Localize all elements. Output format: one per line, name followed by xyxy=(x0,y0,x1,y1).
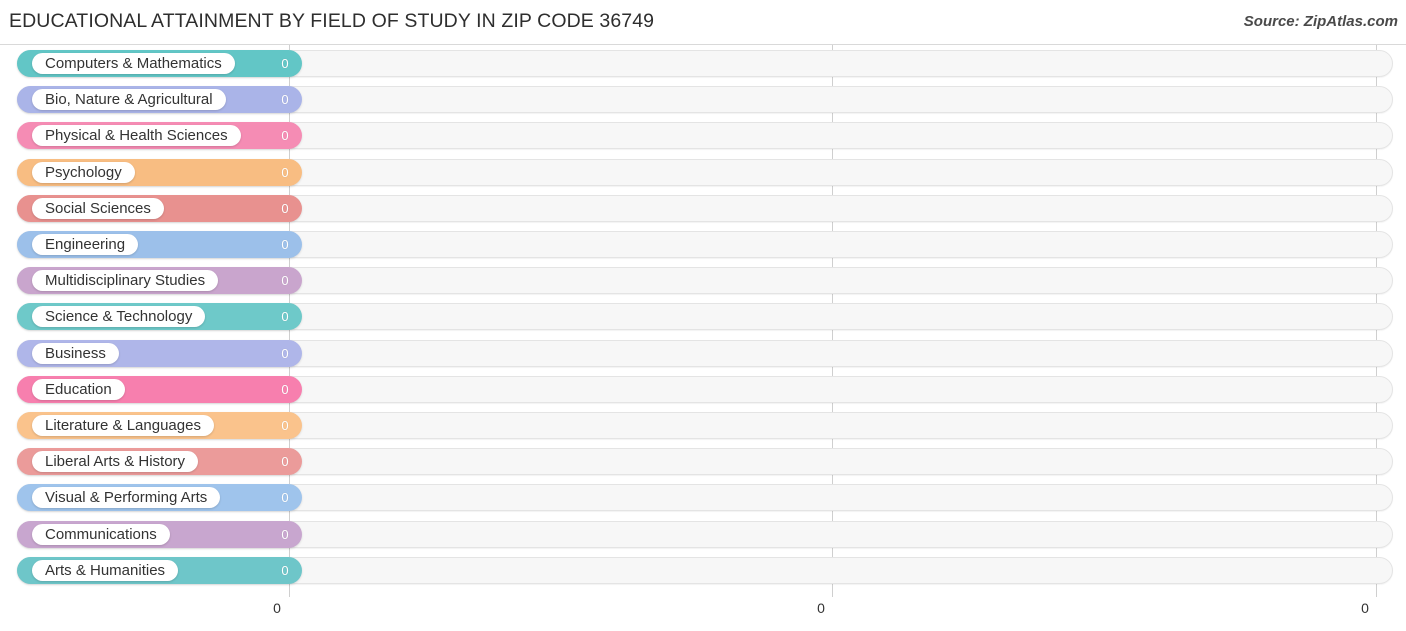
bar-label: Multidisciplinary Studies xyxy=(32,270,219,292)
bar-value: 0 xyxy=(281,345,289,361)
bar-label: Science & Technology xyxy=(32,306,206,328)
bar-value: 0 xyxy=(281,273,289,289)
bar-value: 0 xyxy=(281,237,289,252)
table-row[interactable]: Engineering 0 xyxy=(0,229,1406,265)
chart-bar-rows: Computers & Mathematics 0 Bio, Nature & Ag… xyxy=(0,45,1406,597)
source-attribution: Source: ZipAtlas.com xyxy=(1243,13,1398,30)
table-row[interactable]: Multidisciplinary Studies 0 xyxy=(0,265,1406,301)
bar-value: 0 xyxy=(281,418,289,433)
bar-value: 0 xyxy=(281,454,289,470)
bar-value: 0 xyxy=(281,200,289,216)
page-title: EDUCATIONAL ATTAINMENT BY FIELD OF STUDY… xyxy=(9,10,655,32)
axis-tick-label-1: 0 xyxy=(817,600,825,616)
bar-label: Physical & Health Sciences xyxy=(32,125,241,147)
table-row[interactable]: Social Sciences 0 xyxy=(0,193,1406,229)
table-row[interactable]: Computers & Mathematics 0 xyxy=(0,48,1406,84)
axis-tick-label-0: 0 xyxy=(273,600,281,616)
x-axis: 0 0 0 xyxy=(0,596,1406,631)
bar-label: Liberal Arts & History xyxy=(32,451,199,473)
table-row[interactable]: Business 0 xyxy=(0,338,1406,374)
bar-value: 0 xyxy=(281,309,289,325)
table-row[interactable]: Visual & Performing Arts 0 xyxy=(0,482,1406,518)
bar-value: 0 xyxy=(281,526,289,542)
bar-value: 0 xyxy=(281,164,289,180)
table-row[interactable]: Liberal Arts & History 0 xyxy=(0,446,1406,482)
table-row[interactable]: Psychology 0 xyxy=(0,157,1406,193)
bar-label: Literature & Languages xyxy=(32,415,214,436)
table-row[interactable]: Science & Technology 0 xyxy=(0,301,1406,337)
bar-value: 0 xyxy=(281,381,289,397)
table-row[interactable]: Communications 0 xyxy=(0,519,1406,555)
table-row[interactable]: Literature & Languages 0 xyxy=(0,410,1406,446)
bar-value: 0 xyxy=(281,92,289,108)
bar-label: Arts & Humanities xyxy=(32,559,179,581)
bar-label: Visual & Performing Arts xyxy=(32,487,221,509)
bar-label: Communications xyxy=(32,523,170,545)
axis-tick-label-2: 0 xyxy=(1361,600,1369,616)
bar-label: Business xyxy=(32,342,119,364)
bar-label: Education xyxy=(32,378,125,400)
bar-label: Bio, Nature & Agricultural xyxy=(32,89,226,111)
bar-value: 0 xyxy=(281,490,289,506)
table-row[interactable]: Bio, Nature & Agricultural 0 xyxy=(0,84,1406,120)
bar-label: Social Sciences xyxy=(32,197,164,219)
table-row[interactable]: Physical & Health Sciences 0 xyxy=(0,120,1406,156)
table-row[interactable]: Arts & Humanities 0 xyxy=(0,555,1406,591)
bar-value: 0 xyxy=(281,128,289,144)
bar-label: Computers & Mathematics xyxy=(32,53,235,74)
chart-plot-area: Computers & Mathematics 0 Bio, Nature & Ag… xyxy=(0,44,1406,597)
bar-value: 0 xyxy=(281,56,289,71)
chart-header: EDUCATIONAL ATTAINMENT BY FIELD OF STUDY… xyxy=(0,0,1406,44)
bar-label: Psychology xyxy=(32,161,135,183)
bar-value: 0 xyxy=(281,562,289,578)
bar-label: Engineering xyxy=(32,234,139,255)
table-row[interactable]: Education 0 xyxy=(0,374,1406,410)
